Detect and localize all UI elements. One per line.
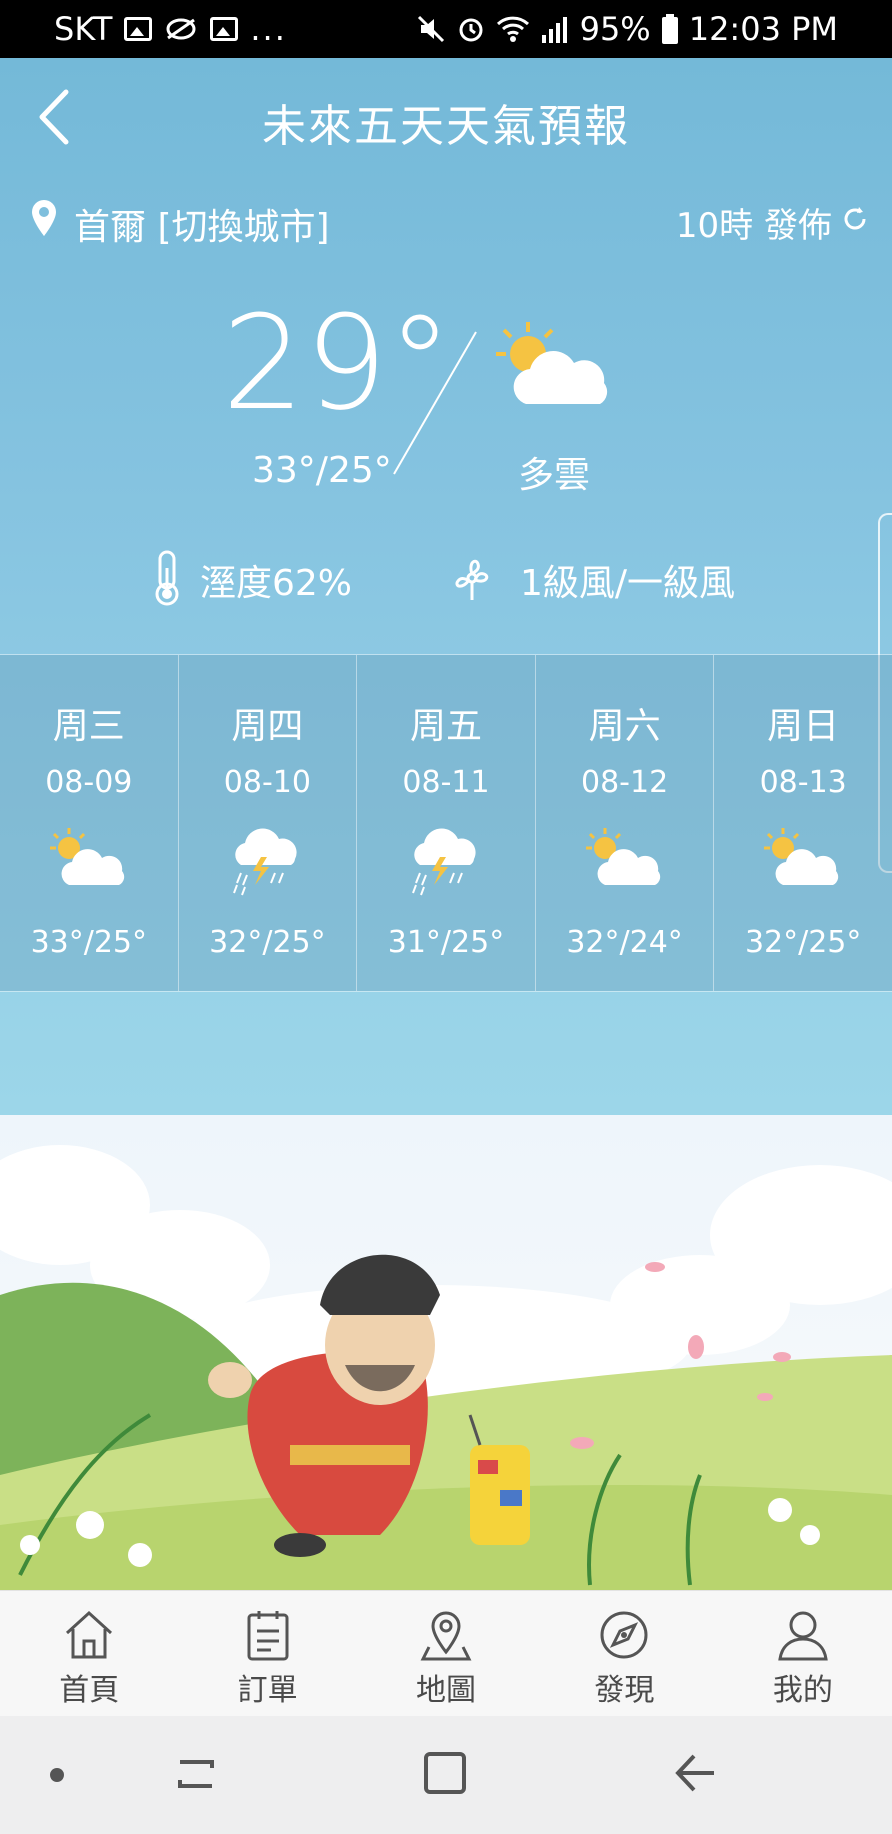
- nav-dot-indicator[interactable]: [50, 1768, 64, 1782]
- forecast-weekday: 周三: [52, 706, 125, 747]
- mute-icon: [417, 15, 444, 43]
- partly-cloudy-icon: [585, 828, 660, 885]
- tab-label: 我的: [772, 1673, 833, 1708]
- today-range: 33°/25°: [252, 450, 392, 491]
- forecast-weekday: 周日: [767, 706, 840, 747]
- forecast-day[interactable]: 周日 08-13 32°/25°: [714, 655, 892, 991]
- divider-slash: [393, 331, 477, 475]
- link-notification-icon: [166, 18, 196, 40]
- tab-orders[interactable]: 訂單: [178, 1591, 356, 1716]
- carrier-label: SKT: [54, 10, 113, 48]
- thunderstorm-icon: [233, 828, 297, 896]
- order-icon: [247, 1611, 289, 1661]
- forecast-day[interactable]: 周三 08-09 33°/25°: [0, 655, 179, 991]
- location-row: 首爾 [切換城市] 10時 發佈: [0, 188, 892, 248]
- switch-city-link[interactable]: 首爾 [切換城市]: [74, 198, 330, 250]
- recent-apps-icon[interactable]: [172, 1750, 220, 1798]
- wind-level: 1級風/一級風: [520, 563, 736, 604]
- tab-label: 訂單: [237, 1673, 298, 1708]
- tab-home[interactable]: 首頁: [0, 1591, 178, 1716]
- humidity: 溼度62%: [200, 563, 353, 604]
- battery-icon: [661, 14, 678, 44]
- more-notifications: ...: [250, 10, 287, 48]
- refresh-icon[interactable]: [840, 204, 870, 234]
- forecast-date: 08-13: [759, 765, 847, 800]
- forecast-weekday: 周四: [231, 706, 304, 747]
- forecast-day[interactable]: 周五 08-11 31°/25°: [357, 655, 536, 991]
- forecast-date: 08-09: [45, 765, 133, 800]
- current-condition: 多雲: [518, 455, 591, 496]
- forecast-date: 08-11: [402, 765, 490, 800]
- forecast-range: 33°/25°: [30, 925, 148, 960]
- forecast-weekday: 周五: [409, 706, 482, 747]
- forecast-date: 08-10: [223, 765, 311, 800]
- forecast-range: 32°/25°: [209, 925, 326, 960]
- forecast-day[interactable]: 周四 08-10 32°/25°: [178, 655, 358, 991]
- weather-panel: 未來五天天氣預報 首爾 [切換城市] 10時 發佈 29° 33°/25° 多雲…: [0, 58, 892, 1115]
- status-bar: SKT ... 95% 12:03 PM: [0, 0, 892, 58]
- partly-cloudy-icon: [49, 828, 124, 885]
- five-day-forecast: 周三 08-09 33°/25° 周四 08-10 32°/25° 周五 08-…: [0, 654, 892, 992]
- forecast-day[interactable]: 周六 08-12 32°/24°: [535, 655, 715, 991]
- partly-cloudy-icon: [764, 828, 839, 885]
- forecast-range: 31°/25°: [387, 925, 505, 960]
- back-icon[interactable]: [670, 1748, 720, 1798]
- forecast-range: 32°/24°: [566, 925, 683, 960]
- clock: 12:03 PM: [688, 10, 838, 48]
- map-pin-icon: [420, 1611, 472, 1661]
- profile-icon: [778, 1611, 828, 1661]
- wind-fan-icon: [455, 559, 489, 600]
- home-button[interactable]: [424, 1752, 466, 1794]
- forecast-weekday: 周六: [588, 706, 661, 747]
- signal-icon: [541, 17, 567, 43]
- wifi-icon: [496, 16, 529, 42]
- forecast-range: 32°/25°: [744, 925, 862, 960]
- app-header: 未來五天天氣預報: [0, 58, 892, 178]
- location-pin-icon: [32, 200, 56, 236]
- tab-label: 發現: [594, 1673, 655, 1708]
- home-icon: [66, 1610, 113, 1659]
- tab-discover[interactable]: 發現: [535, 1591, 713, 1716]
- forecast-date: 08-12: [580, 765, 669, 800]
- gallery-notification-icon: [210, 17, 239, 41]
- tab-profile[interactable]: 我的: [714, 1591, 892, 1716]
- battery-percent: 95%: [579, 10, 651, 48]
- tab-label: 首頁: [59, 1673, 120, 1708]
- page-title: 未來五天天氣預報: [262, 101, 630, 152]
- bottom-tab-bar: 首頁 訂單 地圖 發現 我的: [0, 1590, 892, 1716]
- gallery-notification-icon: [124, 17, 153, 41]
- mascot-illustration: [0, 1115, 892, 1590]
- thunderstorm-icon: [412, 828, 476, 896]
- partly-cloudy-icon: [496, 322, 608, 404]
- system-nav-bar: [0, 1716, 892, 1834]
- publish-time: 10時 發佈: [675, 206, 832, 246]
- tab-map[interactable]: 地圖: [357, 1591, 535, 1716]
- compass-icon: [600, 1611, 648, 1659]
- landscape-illustration: [0, 1145, 892, 1590]
- tab-label: 地圖: [416, 1673, 477, 1708]
- thermometer-icon: [155, 550, 179, 606]
- alarm-icon: [459, 18, 483, 42]
